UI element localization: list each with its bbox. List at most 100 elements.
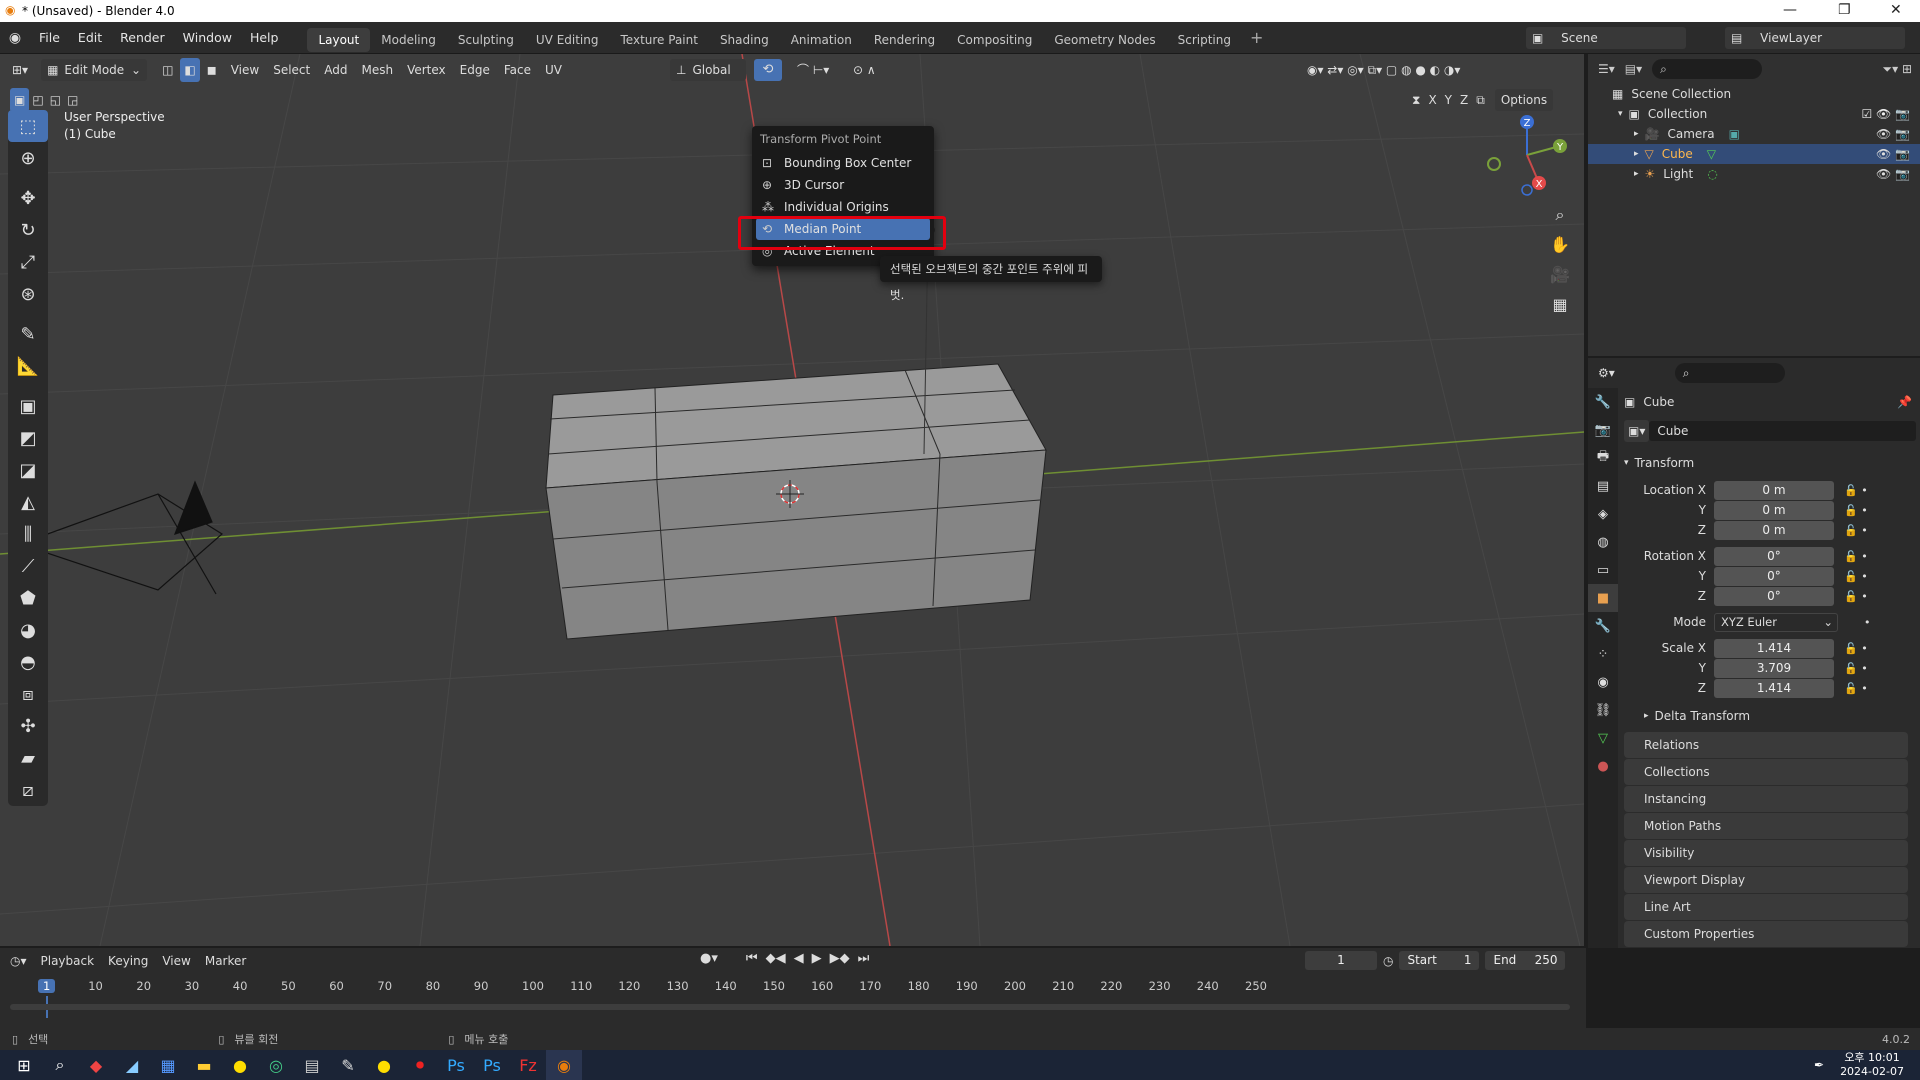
- messenger-icon[interactable]: ●: [366, 1050, 402, 1080]
- menu-keying[interactable]: Keying: [108, 954, 148, 968]
- current-frame-marker[interactable]: 1: [38, 979, 56, 993]
- outliner-item-cube[interactable]: ▸ ▽ Cube ▽ 👁 📷: [1588, 144, 1920, 164]
- select-new-icon[interactable]: ▣: [10, 88, 30, 112]
- smooth-icon[interactable]: ◓: [8, 646, 48, 678]
- blender-taskbar-icon[interactable]: ◉: [546, 1050, 582, 1080]
- panel-collections[interactable]: Collections: [1624, 759, 1908, 785]
- jump-end-icon[interactable]: ⏭: [858, 951, 870, 966]
- keyframe-dot-icon[interactable]: •: [1864, 616, 1871, 629]
- clock[interactable]: 오후 10:01 2024-02-07: [1840, 1051, 1904, 1079]
- select-subtract-icon[interactable]: ◱: [47, 88, 64, 112]
- tab-scripting[interactable]: Scripting: [1167, 28, 1242, 52]
- view-layer-selector[interactable]: ▤ ViewLayer: [1725, 27, 1905, 49]
- face-select-icon[interactable]: ◼: [200, 58, 224, 82]
- transform-panel-header[interactable]: ▾ Transform: [1624, 450, 1916, 476]
- measure-icon[interactable]: 📐: [8, 350, 48, 382]
- outliner-search-input[interactable]: ⌕: [1652, 59, 1763, 79]
- tab-animation[interactable]: Animation: [780, 28, 863, 52]
- tab-geometry-nodes[interactable]: Geometry Nodes: [1043, 28, 1166, 52]
- annotate-icon[interactable]: ✎: [8, 318, 48, 350]
- lock-icon[interactable]: 🔓 •: [1844, 662, 1868, 675]
- menu-edit[interactable]: Edit: [69, 22, 111, 54]
- frame-ruler[interactable]: 1 10 20 30 40 50 60 70 80 90 100 110 120 130 140 150 160…: [10, 976, 1570, 1018]
- panel-viewport-display[interactable]: Viewport Display: [1624, 867, 1908, 893]
- properties-search-input[interactable]: ⌕: [1674, 363, 1785, 383]
- transform-icon[interactable]: ⊛: [8, 278, 48, 310]
- tab-texture-paint[interactable]: Texture Paint: [610, 28, 709, 52]
- menu-window[interactable]: Window: [174, 22, 241, 54]
- add-workspace-icon[interactable]: +: [1242, 28, 1271, 47]
- panel-line-art[interactable]: Line Art: [1624, 894, 1908, 920]
- tab-rendering[interactable]: Rendering: [863, 28, 946, 52]
- pivot-point-button[interactable]: ⟲: [754, 59, 782, 81]
- menu-uv[interactable]: UV: [538, 58, 569, 82]
- navigation-gizmo[interactable]: Z Y X: [1482, 110, 1572, 200]
- scale-z-field[interactable]: 1.414: [1714, 678, 1834, 698]
- rotation-y-field[interactable]: 0°: [1714, 566, 1834, 586]
- pin-icon[interactable]: 📌: [1897, 395, 1912, 409]
- light-visibility-icons[interactable]: 👁 📷: [1876, 167, 1910, 181]
- tab-shading[interactable]: Shading: [709, 28, 780, 52]
- kakaotalk-icon[interactable]: ●: [222, 1050, 258, 1080]
- play-icon[interactable]: ▶: [812, 951, 822, 966]
- lock-icon[interactable]: 🔓 •: [1844, 642, 1868, 655]
- menu-edge[interactable]: Edge: [453, 58, 497, 82]
- modifier-tab-icon[interactable]: 🔧: [1588, 612, 1618, 640]
- select-invert-icon[interactable]: ◲: [64, 88, 81, 112]
- expand-icon[interactable]: ▸: [1634, 149, 1639, 159]
- 3d-viewport[interactable]: ⊞▾ ▦ Edit Mode ⌄ ◫ ◧ ◼ View Select Add M…: [0, 54, 1586, 946]
- mirror-z[interactable]: Z: [1456, 88, 1472, 112]
- maximize-icon[interactable]: ❐: [1838, 2, 1851, 18]
- location-x-field[interactable]: 0 m: [1714, 480, 1834, 500]
- prev-keyframe-icon[interactable]: ◆◀: [766, 951, 786, 966]
- extrude-icon[interactable]: ◩: [8, 422, 48, 454]
- panel-relations[interactable]: Relations: [1624, 732, 1908, 758]
- collection-visibility-icons[interactable]: ☑ 👁 📷: [1861, 107, 1910, 121]
- camera-view-icon[interactable]: 🎥: [1546, 260, 1574, 290]
- menu-playback[interactable]: Playback: [41, 954, 95, 968]
- scene-selector[interactable]: ▣ Scene: [1526, 27, 1686, 49]
- shear-icon[interactable]: ▰: [8, 742, 48, 774]
- panel-instancing[interactable]: Instancing: [1624, 786, 1908, 812]
- bevel-icon[interactable]: ◭: [8, 486, 48, 518]
- constraints-tab-icon[interactable]: ⛓: [1588, 696, 1618, 724]
- chrome-icon[interactable]: ◎: [258, 1050, 294, 1080]
- close-icon[interactable]: ✕: [1890, 2, 1902, 18]
- panel-custom-properties[interactable]: Custom Properties: [1624, 921, 1908, 947]
- rip-region-icon[interactable]: ⧄: [8, 774, 48, 806]
- timeline-editor-icon[interactable]: ◷▾: [10, 954, 27, 968]
- expand-icon[interactable]: ▾: [1618, 109, 1623, 119]
- proportional-edit-icon[interactable]: ⊙ ∧: [846, 58, 883, 82]
- add-cube-icon[interactable]: ▣: [8, 390, 48, 422]
- menu-view[interactable]: View: [224, 58, 266, 82]
- delta-transform-panel[interactable]: ▸ Delta Transform: [1624, 704, 1916, 728]
- view-layer-tab-icon[interactable]: ▤: [1588, 472, 1618, 500]
- select-box-icon[interactable]: ⬚: [8, 110, 48, 142]
- panel-visibility[interactable]: Visibility: [1624, 840, 1908, 866]
- tab-sculpting[interactable]: Sculpting: [447, 28, 525, 52]
- photoshop-icon[interactable]: Ps: [438, 1050, 474, 1080]
- lock-icon[interactable]: 🔓 •: [1844, 484, 1868, 497]
- minimize-icon[interactable]: —: [1783, 2, 1797, 18]
- move-icon[interactable]: ✥: [8, 182, 48, 214]
- knife-icon[interactable]: ⟋: [8, 550, 48, 582]
- lock-icon[interactable]: 🔓 •: [1844, 682, 1868, 695]
- app-icon[interactable]: ◢: [114, 1050, 150, 1080]
- collection-row[interactable]: ▾ ▣ Collection ☑ 👁 📷: [1588, 104, 1920, 124]
- file-explorer-icon[interactable]: ▬: [186, 1050, 222, 1080]
- output-tab-icon[interactable]: 🖶: [1588, 444, 1618, 472]
- location-z-field[interactable]: 0 m: [1714, 520, 1834, 540]
- timeline-scrollbar[interactable]: [10, 1004, 1570, 1010]
- pivot-3d-cursor[interactable]: ⊕ 3D Cursor: [752, 174, 934, 196]
- tab-compositing[interactable]: Compositing: [946, 28, 1043, 52]
- lock-icon[interactable]: 🔓 •: [1844, 570, 1868, 583]
- rotate-icon[interactable]: ↻: [8, 214, 48, 246]
- location-y-field[interactable]: 0 m: [1714, 500, 1834, 520]
- start-frame-field[interactable]: Start 1: [1399, 951, 1480, 970]
- outliner-editor-icon[interactable]: ☰▾: [1598, 62, 1615, 76]
- options-button[interactable]: Options: [1494, 89, 1554, 111]
- particles-tab-icon[interactable]: ⁘: [1588, 640, 1618, 668]
- jump-start-icon[interactable]: ⏮: [746, 951, 758, 966]
- menu-face[interactable]: Face: [497, 58, 538, 82]
- scene-tab-icon[interactable]: ◈: [1588, 500, 1618, 528]
